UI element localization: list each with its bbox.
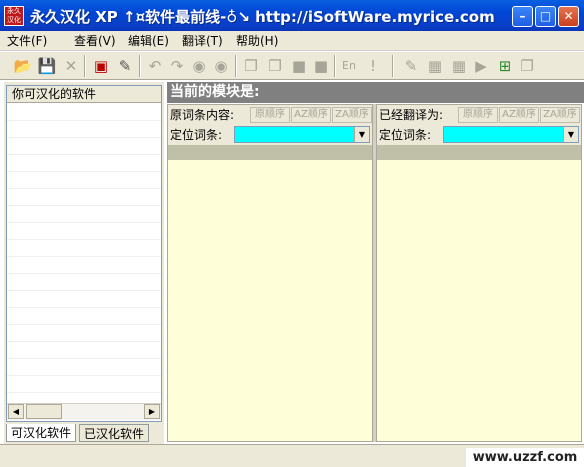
sort-az-button[interactable]: AZ顺序	[499, 107, 539, 123]
close-button[interactable]: ✕	[558, 6, 579, 27]
scroll-left-icon[interactable]: ◀	[8, 404, 24, 419]
window-title: 永久汉化 XP ↑¤软件最前线-♁↘ http://iSoftWare.myri…	[30, 8, 495, 26]
locate-entry-combobox[interactable]	[443, 126, 579, 143]
sort-az-button[interactable]: AZ顺序	[291, 107, 331, 123]
find-next-icon[interactable]: ◉	[210, 55, 232, 77]
menu-view[interactable]: 查看(V)	[72, 33, 118, 49]
original-label: 原词条内容:	[170, 108, 235, 122]
english-icon[interactable]: En	[338, 55, 360, 77]
redo-icon[interactable]: ↷	[166, 55, 188, 77]
image-icon[interactable]: ▦	[424, 55, 446, 77]
tab-translatable[interactable]: 可汉化软件	[6, 424, 77, 442]
locate-label: 定位词条:	[170, 128, 223, 142]
menu-bar: 文件(F) 查看(V) 编辑(E) 翻译(T) 帮助(H)	[0, 31, 584, 51]
translated-grid-header	[377, 145, 581, 160]
copy-icon[interactable]: ❐	[240, 55, 262, 77]
toolbar: 📂 💾 ✕ ▣ ✎ ↶ ↷ ◉ ◉ ❐ ❐ ■ ■ En ! ✎ ▦ ▦ ▶ ⊞…	[0, 52, 584, 80]
edit-image-icon[interactable]: ▦	[448, 55, 470, 77]
locate-entry-combobox[interactable]	[234, 126, 370, 143]
toolbar-separator	[139, 55, 141, 77]
original-grid-header	[168, 145, 372, 160]
list-column-header[interactable]: 你可汉化的软件	[7, 86, 161, 103]
book-icon[interactable]: ▣	[90, 55, 112, 77]
maximize-button[interactable]: □	[535, 6, 556, 27]
watermark: www.uzzf.com	[466, 448, 584, 467]
pencil-icon[interactable]: ✎	[400, 55, 422, 77]
scroll-right-icon[interactable]: ▶	[144, 404, 160, 419]
undo-icon[interactable]: ↶	[144, 55, 166, 77]
toolbar-separator	[392, 55, 394, 77]
title-bar[interactable]: 永久汉化 永久汉化 XP ↑¤软件最前线-♁↘ http://iSoftWare…	[0, 0, 584, 31]
chevron-down-icon[interactable]: ▼	[354, 127, 369, 142]
menu-edit[interactable]: 编辑(E)	[126, 33, 171, 49]
warning-icon[interactable]: !	[362, 55, 384, 77]
software-list[interactable]	[6, 85, 162, 422]
clip-icon[interactable]: ■	[310, 55, 332, 77]
brush-icon[interactable]: ✎	[114, 55, 136, 77]
chevron-down-icon[interactable]: ▼	[563, 127, 578, 142]
minimize-button[interactable]: –	[512, 6, 533, 27]
toolbar-separator	[84, 55, 86, 77]
add-icon[interactable]: ⊞	[494, 55, 516, 77]
sort-za-button[interactable]: ZA顺序	[540, 107, 580, 123]
sort-za-button[interactable]: ZA顺序	[332, 107, 372, 123]
toolbar-separator	[235, 55, 237, 77]
menu-help[interactable]: 帮助(H)	[234, 33, 280, 49]
open-icon[interactable]: 📂	[12, 55, 34, 77]
module-title: 当前的模块是:	[167, 82, 584, 103]
sort-original-button[interactable]: 原顺序	[458, 107, 498, 123]
delete-icon[interactable]: ✕	[60, 55, 82, 77]
scrollbar-thumb[interactable]	[26, 404, 62, 419]
paste-icon[interactable]: ■	[288, 55, 310, 77]
tab-translated[interactable]: 已汉化软件	[79, 424, 150, 442]
window-icon[interactable]: ❐	[516, 55, 538, 77]
locate-label: 定位词条:	[379, 128, 432, 142]
toolbar-separator	[334, 55, 336, 77]
menu-file[interactable]: 文件(F)	[5, 33, 49, 49]
menu-translate[interactable]: 翻译(T)	[180, 33, 225, 49]
play-icon[interactable]: ▶	[470, 55, 492, 77]
sort-original-button[interactable]: 原顺序	[250, 107, 290, 123]
save-icon[interactable]: 💾	[36, 55, 58, 77]
app-icon[interactable]: 永久汉化	[4, 6, 24, 26]
translated-label: 已经翻译为:	[379, 108, 444, 122]
find-icon[interactable]: ◉	[188, 55, 210, 77]
copy-all-icon[interactable]: ❐	[264, 55, 286, 77]
